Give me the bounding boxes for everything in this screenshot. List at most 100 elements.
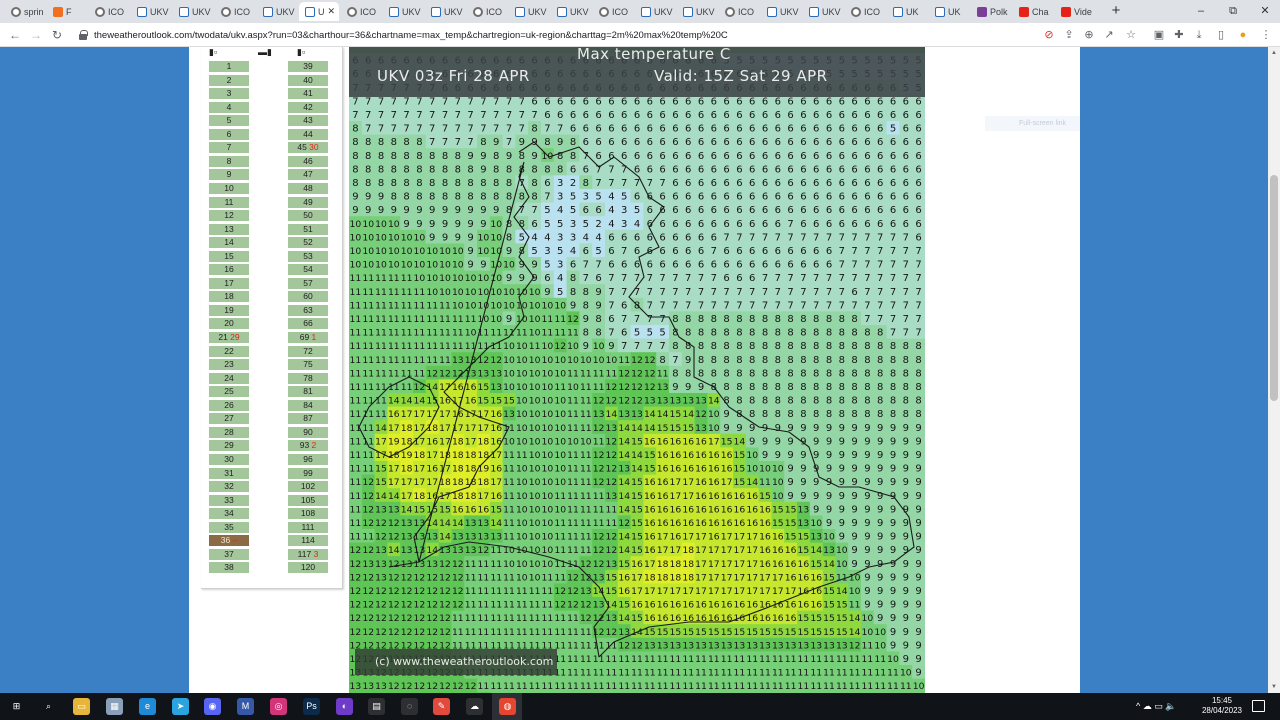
restore-button[interactable]: ⧉	[1218, 2, 1248, 20]
share-icon[interactable]: ⇪	[1061, 27, 1077, 43]
forecast-hour-44[interactable]: 44	[288, 128, 328, 140]
browser-tab[interactable]: UKV	[131, 2, 171, 21]
puzzle-icon[interactable]: ✚	[1171, 27, 1187, 43]
gmail-icon[interactable]: M	[237, 698, 254, 715]
file-explorer-icon[interactable]: ▭	[73, 698, 90, 715]
forecast-hour-51[interactable]: 51	[288, 223, 328, 235]
browser-tab[interactable]: sprin	[5, 2, 45, 21]
forecast-hour-6[interactable]: 6	[209, 128, 249, 140]
browser-tab[interactable]: ICO	[215, 2, 255, 21]
forecast-hour-52[interactable]: 52	[288, 237, 328, 249]
forecast-hour-19[interactable]: 19	[209, 304, 249, 316]
forecast-hour-41[interactable]: 41	[288, 88, 328, 100]
forecast-hour-43[interactable]: 43	[288, 115, 328, 127]
forecast-hour-99[interactable]: 99	[288, 467, 328, 479]
forecast-hour-69[interactable]: 69 1	[288, 332, 328, 343]
extension-icon[interactable]: ▣	[1151, 27, 1167, 43]
forecast-hour-28[interactable]: 28	[209, 426, 249, 438]
forecast-hour-108[interactable]: 108	[288, 508, 328, 520]
browser-tab[interactable]: UKV	[173, 2, 213, 21]
browser-tab[interactable]: UKV	[635, 2, 675, 21]
browser-tab[interactable]: ICO	[593, 2, 633, 21]
forecast-hour-117[interactable]: 117 3	[288, 548, 328, 560]
forecast-hour-72[interactable]: 72	[288, 345, 328, 357]
forecast-hour-25[interactable]: 25	[209, 386, 249, 398]
zoom-icon[interactable]: ⊕	[1081, 27, 1097, 43]
forecast-hour-48[interactable]: 48	[288, 182, 328, 194]
sidebar-icon[interactable]: ▯	[1213, 27, 1229, 43]
forecast-hour-78[interactable]: 78	[288, 372, 328, 384]
telegram-icon[interactable]: ➤	[172, 698, 189, 715]
discord-icon[interactable]: ◉	[204, 698, 221, 715]
back-button[interactable]: ←	[6, 26, 24, 44]
browser-tab[interactable]: UKV	[551, 2, 591, 21]
reload-button[interactable]: ↻	[48, 26, 66, 44]
forecast-hour-35[interactable]: 35	[209, 521, 249, 533]
browser-tab[interactable]: ICO	[341, 2, 381, 21]
forecast-hour-4[interactable]: 4	[209, 101, 249, 113]
forecast-hour-20[interactable]: 20	[209, 318, 249, 330]
url-field[interactable]: theweatheroutlook.com/twodata/ukv.aspx?r…	[72, 25, 1150, 45]
forecast-hour-57[interactable]: 57	[288, 277, 328, 289]
forecast-hour-102[interactable]: 102	[288, 481, 328, 493]
forecast-hour-10[interactable]: 10	[209, 182, 249, 194]
forecast-hour-5[interactable]: 5	[209, 115, 249, 127]
forecast-hour-8[interactable]: 8	[209, 155, 249, 167]
animate-icon[interactable]: ▬▮	[258, 47, 272, 57]
forecast-hour-90[interactable]: 90	[288, 426, 328, 438]
menu-icon[interactable]: ⋮	[1258, 27, 1274, 43]
browser-tab[interactable]: Vide	[1055, 2, 1095, 21]
forecast-hour-96[interactable]: 96	[288, 453, 328, 465]
forecast-hour-3[interactable]: 3	[209, 88, 249, 100]
forecast-hour-37[interactable]: 37	[209, 548, 249, 560]
instagram-icon[interactable]: ◎	[270, 698, 287, 715]
forecast-hour-11[interactable]: 11	[209, 196, 249, 208]
windows-start-icon[interactable]: ⊞	[8, 698, 25, 715]
scrollbar-thumb[interactable]	[1270, 175, 1278, 401]
forecast-hour-31[interactable]: 31	[209, 467, 249, 479]
browser-tab[interactable]: UKV	[677, 2, 717, 21]
forecast-hour-27[interactable]: 27	[209, 413, 249, 425]
cloud-icon[interactable]: ☁	[466, 698, 483, 715]
forecast-hour-39[interactable]: 39	[288, 61, 328, 72]
forecast-hour-40[interactable]: 40	[288, 74, 328, 86]
windows-icon[interactable]: ▦	[106, 698, 123, 715]
forecast-hour-33[interactable]: 33	[209, 494, 249, 506]
browser-tab[interactable]: UK	[887, 2, 927, 21]
forecast-hour-7[interactable]: 7	[209, 142, 249, 154]
browser-tab[interactable]: U ✕	[299, 2, 339, 21]
forecast-hour-114[interactable]: 114	[288, 535, 328, 547]
forecast-hour-105[interactable]: 105	[288, 494, 328, 506]
browser-tab[interactable]: UKV	[383, 2, 423, 21]
forecast-hour-81[interactable]: 81	[288, 386, 328, 398]
forecast-hour-13[interactable]: 13	[209, 223, 249, 235]
forecast-hour-49[interactable]: 49	[288, 196, 328, 208]
forecast-hour-9[interactable]: 9	[209, 169, 249, 181]
browser-tab[interactable]: UKV	[257, 2, 297, 21]
forecast-hour-1[interactable]: 1	[209, 61, 249, 72]
browser-tab[interactable]: Polk	[971, 2, 1011, 21]
browser-tab[interactable]: F	[47, 2, 87, 21]
forecast-hour-45[interactable]: 45 30	[288, 142, 328, 154]
forecast-hour-38[interactable]: 38	[209, 562, 249, 574]
android-icon[interactable]: ▤	[368, 698, 385, 715]
send-icon[interactable]: ↗	[1101, 27, 1117, 43]
chrome-icon[interactable]: ◍	[499, 698, 516, 715]
forecast-hour-32[interactable]: 32	[209, 481, 249, 493]
list-icon[interactable]: ▮▫	[297, 47, 309, 57]
download-icon[interactable]: ⤓	[1191, 27, 1207, 43]
forecast-hour-29[interactable]: 29	[209, 440, 249, 452]
system-tray[interactable]: ^ ☁ ▭ 🔈	[1136, 693, 1176, 720]
forecast-hour-36[interactable]: 36 –	[209, 535, 249, 547]
browser-tab[interactable]: UK	[929, 2, 969, 21]
forecast-hour-60[interactable]: 60	[288, 291, 328, 303]
forecast-hour-87[interactable]: 87	[288, 413, 328, 425]
browser-tab[interactable]: ICO	[89, 2, 129, 21]
forecast-hour-50[interactable]: 50	[288, 210, 328, 222]
page-scrollbar[interactable]: ▲ ▼	[1268, 47, 1280, 693]
scroll-up-arrow-icon[interactable]: ▲	[1268, 47, 1280, 59]
close-window-button[interactable]: ✕	[1250, 2, 1280, 20]
browser-icon[interactable]: ◌	[401, 698, 418, 715]
forecast-hour-42[interactable]: 42	[288, 101, 328, 113]
forecast-hour-22[interactable]: 22	[209, 345, 249, 357]
